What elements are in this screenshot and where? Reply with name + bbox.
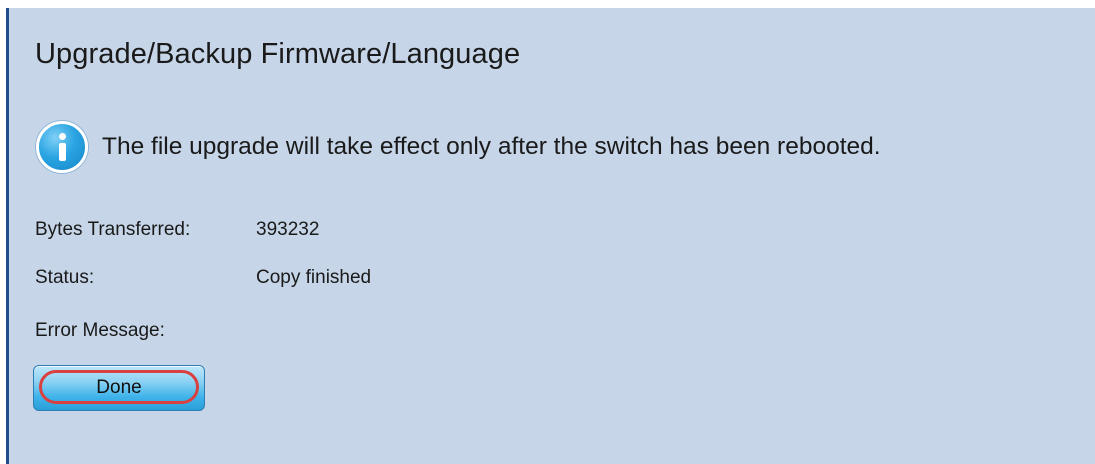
status-label: Status:: [35, 267, 95, 288]
error-message-label: Error Message:: [35, 320, 165, 341]
bytes-transferred-value: 393232: [256, 219, 320, 240]
info-notice: The file upgrade will take effect only a…: [36, 118, 881, 176]
info-message: The file upgrade will take effect only a…: [102, 133, 881, 160]
info-icon: [36, 121, 88, 173]
done-button[interactable]: Done: [33, 365, 205, 411]
done-button-label: Done: [96, 377, 142, 398]
page-frame: Upgrade/Backup Firmware/Language The fil…: [0, 0, 1095, 464]
info-icon-dot: [59, 133, 66, 140]
bytes-transferred-label: Bytes Transferred:: [35, 219, 191, 240]
status-value: Copy finished: [256, 267, 372, 288]
info-icon-stem: [59, 143, 66, 161]
page-title: Upgrade/Backup Firmware/Language: [35, 38, 521, 70]
content-panel: Upgrade/Backup Firmware/Language The fil…: [6, 8, 1095, 464]
